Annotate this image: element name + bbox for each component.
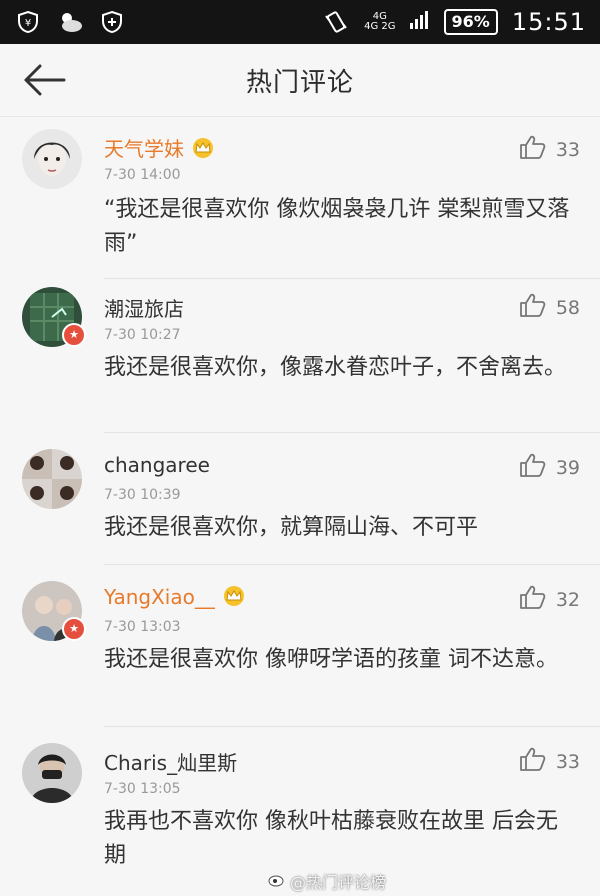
like-count: 33 [556,139,580,161]
like-button[interactable]: 58 [520,293,580,322]
comment-item: 天气学妹 7-30 14:00 33 “我还是很喜欢你 像炊烟袅袅几许 棠梨煎雪… [0,117,600,279]
battery-indicator: 96% [444,9,498,35]
comment-list: 天气学妹 7-30 14:00 33 “我还是很喜欢你 像炊烟袅袅几许 棠梨煎雪… [0,117,600,896]
comment-text: “我还是很喜欢你 像炊烟袅袅几许 棠梨煎雪又落雨” [104,193,578,261]
status-left: ¥ [14,8,126,36]
like-count: 58 [556,297,580,319]
clock: 15:51 [512,8,586,36]
page-title: 热门评论 [246,62,354,99]
network-indicator: 4G 4G 2G [364,12,395,32]
thumbs-up-icon [520,453,546,482]
username-text: 天气学妹 [104,137,184,161]
like-count: 32 [556,589,580,611]
comment-item: changaree 7-30 10:39 39 我还是很喜欢你，就算隔山海、不可… [0,433,600,565]
thumbs-up-icon [520,135,546,164]
status-bar: ¥ 4G 4G 2G 96% 15:51 [0,0,600,44]
vibrate-icon [322,8,350,36]
weibo-logo-icon [268,871,286,891]
comment-item: ★ YangXiao__ 7-30 13:03 32 我还是很喜欢你 像咿呀学语… [0,565,600,727]
verified-badge: ★ [62,323,86,347]
like-button[interactable]: 32 [520,585,580,614]
comment-text: 我还是很喜欢你 像咿呀学语的孩童 词不达意。 [104,643,578,677]
avatar[interactable] [22,129,82,189]
comment-time: 7-30 10:27 [104,327,181,343]
username[interactable]: YangXiao__ [104,585,247,612]
watermark: @热门评论榜 [268,869,386,893]
vip-crown-icon [190,137,216,164]
username-text: 潮湿旅店 [104,297,184,321]
comment-text: 我还是很喜欢你，就算隔山海、不可平 [104,511,578,545]
avatar[interactable] [22,743,82,803]
username-text: YangXiao__ [104,585,215,609]
comment-item: ★ 潮湿旅店 7-30 10:27 58 我还是很喜欢你，像露水眷恋叶子，不舍离… [0,279,600,433]
username-text: Charis_灿里斯 [104,751,237,775]
watermark-text: @热门评论榜 [290,869,386,893]
status-right: 4G 4G 2G 96% 15:51 [322,8,586,36]
comment-time: 7-30 13:05 [104,781,181,797]
avatar[interactable] [22,449,82,509]
back-button[interactable] [22,62,70,98]
verified-badge: ★ [62,617,86,641]
username[interactable]: Charis_灿里斯 [104,747,237,776]
comment-time: 7-30 13:03 [104,619,181,635]
thumbs-up-icon [520,293,546,322]
username[interactable]: 潮湿旅店 [104,293,184,322]
signal-icon [410,11,430,33]
arrow-left-icon [22,64,66,96]
like-button[interactable]: 33 [520,135,580,164]
comment-text: 我还是很喜欢你，像露水眷恋叶子，不舍离去。 [104,351,578,385]
like-button[interactable]: 33 [520,747,580,776]
username[interactable]: 天气学妹 [104,133,216,164]
network-bottom: 4G 2G [364,22,395,32]
comment-time: 7-30 10:39 [104,487,181,503]
comment-time: 7-30 14:00 [104,167,181,183]
username-text: changaree [104,453,210,477]
thumbs-up-icon [520,747,546,776]
header: 热门评论 [0,44,600,117]
shield-plus-icon [98,8,126,36]
comment-text: 我再也不喜欢你 像秋叶枯藤衰败在故里 后会无期 [104,805,578,873]
like-button[interactable]: 39 [520,453,580,482]
thumbs-up-icon [520,585,546,614]
like-count: 39 [556,457,580,479]
weather-icon [56,8,84,36]
svg-text:¥: ¥ [25,18,31,29]
vip-crown-icon [221,585,247,612]
weibo-shield-icon: ¥ [14,8,42,36]
username[interactable]: changaree [104,453,210,477]
like-count: 33 [556,751,580,773]
